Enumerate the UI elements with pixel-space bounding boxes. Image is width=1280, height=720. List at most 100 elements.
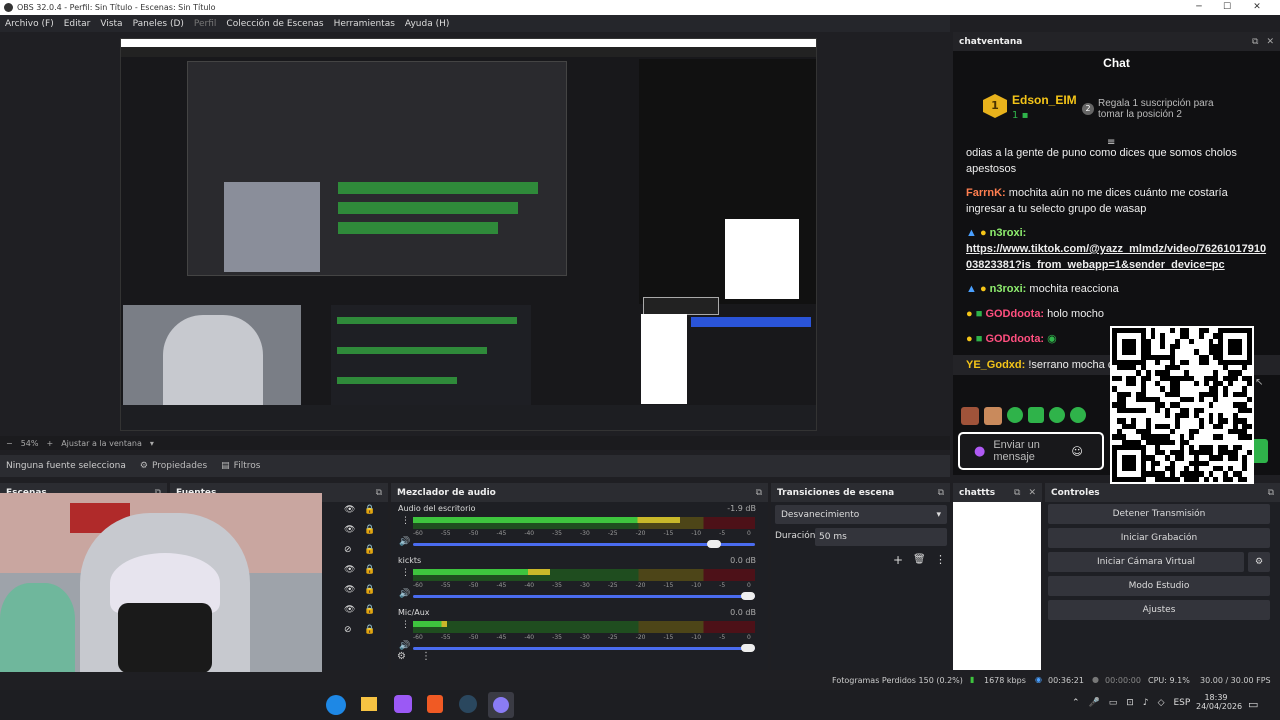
float-icon[interactable]: ⧉ <box>938 488 944 498</box>
volume-slider-knob[interactable] <box>706 540 721 548</box>
properties-button[interactable]: ⚙ Propiedades <box>140 461 207 471</box>
speaker-icon[interactable]: 🔊 <box>399 589 410 599</box>
menu-dots-icon[interactable]: ⋮ <box>401 568 410 578</box>
eye-slash-icon[interactable]: ⊘ <box>344 545 366 565</box>
float-icon[interactable]: ⧉ <box>1252 37 1258 47</box>
chat-user[interactable]: n3roxi: <box>990 283 1027 295</box>
menu-coleccion[interactable]: Colección de Escenas <box>221 19 328 29</box>
menu-dots-icon[interactable]: ⋮ <box>935 553 946 566</box>
eye-icon[interactable]: 👁 <box>344 525 366 545</box>
zoom-percent[interactable]: 54% <box>21 439 39 448</box>
emote-icon[interactable] <box>1070 407 1086 423</box>
lock-icon[interactable]: 🔒 <box>364 625 378 645</box>
trash-icon[interactable]: 🗑 <box>913 554 926 565</box>
settings-button[interactable]: Ajustes <box>1048 600 1270 620</box>
lock-icon[interactable]: 🔒 <box>364 605 378 625</box>
eye-icon[interactable]: 👁 <box>344 505 366 525</box>
eye-slash-icon[interactable]: ⊘ <box>344 625 366 645</box>
speaker-icon[interactable]: 🔊 <box>399 641 410 651</box>
brave-icon[interactable] <box>427 695 443 713</box>
obs-taskbar-button[interactable] <box>488 692 514 718</box>
chatts-title: chattts <box>959 487 996 498</box>
file-explorer-icon[interactable] <box>361 697 377 711</box>
network-icon[interactable]: ⊡ <box>1126 698 1134 708</box>
menu-dots-icon[interactable]: ⋮ <box>401 620 410 630</box>
emote-icon[interactable] <box>984 407 1002 425</box>
start-recording-button[interactable]: Iniciar Grabación <box>1048 528 1270 548</box>
menu-herramientas[interactable]: Herramientas <box>329 19 400 29</box>
language-indicator[interactable]: ESP <box>1174 698 1191 708</box>
clock[interactable]: 18:39 24/04/2026 <box>1196 693 1242 711</box>
lock-icon[interactable]: 🔒 <box>364 565 378 585</box>
speaker-icon[interactable]: ♪ <box>1143 698 1149 708</box>
chat-user[interactable]: YE_Godxd: <box>966 359 1025 371</box>
battery-icon[interactable]: ▭ <box>1109 698 1118 708</box>
volume-slider-knob[interactable] <box>741 592 756 600</box>
close-icon[interactable]: ✕ <box>1028 488 1036 498</box>
menu-editar[interactable]: Editar <box>59 19 96 29</box>
send-message-button[interactable]: ● Enviar un mensaje ☺ <box>958 432 1104 470</box>
start-virtual-camera-button[interactable]: Iniciar Cámara Virtual <box>1048 552 1244 572</box>
add-icon[interactable]: + <box>893 553 903 567</box>
chat-user[interactable]: GODdoota: <box>985 333 1044 345</box>
emote-icon[interactable] <box>1028 407 1044 423</box>
chevron-down-icon[interactable]: ▾ <box>150 439 154 448</box>
zoom-out-icon[interactable]: − <box>6 439 13 448</box>
studio-mode-button[interactable]: Modo Estudio <box>1048 576 1270 596</box>
chat-link[interactable]: https://www.tiktok.com/@yazz_mlmdz/video… <box>966 243 1266 271</box>
chat-user[interactable]: FarrnK: <box>966 187 1006 199</box>
lock-icon[interactable]: 🔒 <box>364 545 378 565</box>
volume-slider[interactable] <box>413 540 755 548</box>
eye-icon[interactable]: 👁 <box>344 565 366 585</box>
filters-button[interactable]: ▤ Filtros <box>221 461 260 471</box>
menu-perfil[interactable]: Perfil <box>189 19 222 29</box>
notification-icon[interactable]: ▭ <box>1248 698 1258 711</box>
edge-icon[interactable] <box>326 695 346 715</box>
chatts-browser[interactable] <box>953 502 1041 670</box>
float-icon[interactable]: ⧉ <box>1014 488 1020 498</box>
menu-archivo[interactable]: Archivo (F) <box>0 19 59 29</box>
chevron-up-icon[interactable]: ⌃ <box>1072 698 1080 708</box>
close-icon[interactable]: ✕ <box>1266 37 1274 47</box>
zoom-in-icon[interactable]: + <box>46 439 53 448</box>
emote-icon[interactable] <box>961 407 979 425</box>
lock-icon[interactable]: 🔒 <box>364 505 378 525</box>
eye-icon[interactable]: 👁 <box>344 585 366 605</box>
menu-paneles[interactable]: Paneles (D) <box>128 19 189 29</box>
float-icon[interactable]: ⧉ <box>756 488 762 498</box>
volume-slider-knob[interactable] <box>741 644 756 652</box>
cpu-usage: CPU: 9.1% <box>1148 676 1190 685</box>
shield-icon[interactable]: ◇ <box>1158 698 1165 708</box>
mic-icon[interactable]: 🎤 <box>1089 698 1100 708</box>
leader-name[interactable]: Edson_EIM <box>1012 93 1077 107</box>
emoji-icon[interactable]: ☺ <box>1071 445 1082 458</box>
chat-user[interactable]: GODdoota: <box>985 308 1044 320</box>
virtual-camera-settings-icon[interactable]: ⚙ <box>1248 552 1270 572</box>
maximize-icon[interactable]: ☐ <box>1212 0 1242 15</box>
stop-streaming-button[interactable]: Detener Transmisión <box>1048 504 1270 524</box>
preview-canvas[interactable] <box>120 38 817 431</box>
minimize-icon[interactable]: ─ <box>1184 0 1214 15</box>
float-icon[interactable]: ⧉ <box>376 488 382 498</box>
menu-vista[interactable]: Vista <box>95 19 127 29</box>
copilot-icon[interactable] <box>394 695 412 713</box>
volume-slider[interactable] <box>413 592 756 600</box>
mixer-menu-icon[interactable]: ⋮ <box>421 651 431 662</box>
chat-user[interactable]: n3roxi: <box>990 227 1027 239</box>
eye-icon[interactable]: 👁 <box>344 605 366 625</box>
menu-ayuda[interactable]: Ayuda (H) <box>400 19 454 29</box>
close-icon[interactable]: ✕ <box>1242 0 1272 15</box>
lock-icon[interactable]: 🔒 <box>364 585 378 605</box>
zoom-fit-label[interactable]: Ajustar a la ventana <box>61 439 142 448</box>
steam-icon[interactable] <box>459 695 477 713</box>
float-icon[interactable]: ⧉ <box>1268 488 1274 498</box>
volume-slider[interactable] <box>413 644 756 652</box>
duration-input[interactable]: 50 ms <box>815 528 947 546</box>
speaker-icon[interactable]: 🔊 <box>399 537 410 547</box>
transition-select[interactable]: Desvanecimiento ▾ <box>775 505 947 524</box>
lock-icon[interactable]: 🔒 <box>364 525 378 545</box>
menu-dots-icon[interactable]: ⋮ <box>401 516 410 526</box>
emote-icon[interactable] <box>1049 407 1065 423</box>
emote-icon[interactable] <box>1007 407 1023 423</box>
mixer-gear-icon[interactable]: ⚙ <box>397 651 406 662</box>
